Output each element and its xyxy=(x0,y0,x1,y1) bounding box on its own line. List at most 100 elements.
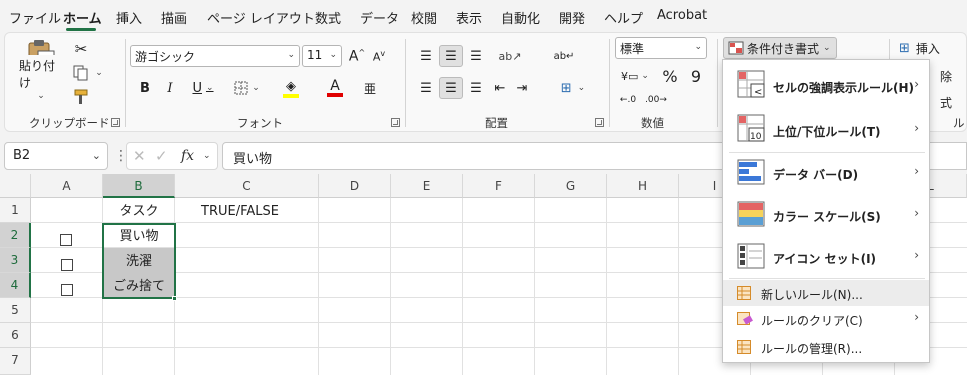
tab-draw[interactable]: 描画 xyxy=(161,8,187,27)
dialog-launcher-icon[interactable] xyxy=(111,118,120,127)
underline-button[interactable]: U ⌄ xyxy=(185,77,221,99)
align-center-button[interactable]: ☰ xyxy=(439,77,463,99)
row-header-3[interactable]: 3 xyxy=(0,248,31,273)
menu-item-new-rule[interactable]: 新しいルール(N)... xyxy=(723,280,929,306)
column-header-g[interactable]: G xyxy=(535,174,607,198)
menu-item-data-bars[interactable]: データ バー(D) › xyxy=(723,154,929,194)
menu-item-top-bottom-rules[interactable]: 10 上位/下位ルール(T) › xyxy=(723,110,929,150)
cancel-icon[interactable]: ✕ xyxy=(133,147,146,165)
insert-cells-button[interactable]: ⊞ 挿入 xyxy=(899,37,959,59)
row-header-6[interactable]: 6 xyxy=(0,323,31,348)
format-cells-button[interactable]: 式 xyxy=(931,91,961,113)
column-header-b[interactable]: B xyxy=(103,174,175,198)
tab-review[interactable]: 校閲 xyxy=(411,8,437,27)
tab-page-layout[interactable]: ページ レイアウト xyxy=(207,8,315,27)
row-header-2[interactable]: 2 xyxy=(0,223,31,248)
number-group-label: 数値 xyxy=(641,116,664,130)
cell-b4[interactable]: ごみ捨て xyxy=(103,274,175,299)
menu-item-manage-rules[interactable]: ルールの管理(R)... xyxy=(723,334,929,360)
menu-item-label: 上位/下位ルール(T) xyxy=(773,125,881,139)
align-bottom-button[interactable]: ☰ xyxy=(465,45,487,67)
tab-file[interactable]: ファイル xyxy=(9,8,61,27)
menu-item-highlight-cells-rules[interactable]: < セルの強調表示ルール(H) › xyxy=(723,66,929,106)
conditional-formatting-button[interactable]: 条件付き書式 ⌄ xyxy=(723,37,837,59)
wrap-text-button[interactable]: ab↵ xyxy=(553,43,575,69)
font-size-select[interactable]: 11 ⌄ xyxy=(302,45,342,67)
align-center-icon: ☰ xyxy=(445,80,457,96)
row-header-4[interactable]: 4 xyxy=(0,273,31,298)
svg-text:10: 10 xyxy=(750,132,762,142)
menu-item-color-scales[interactable]: カラー スケール(S) › xyxy=(723,196,929,236)
cell-b3[interactable]: 洗濯 xyxy=(103,249,175,274)
tab-formulas[interactable]: 数式 xyxy=(315,8,341,27)
bold-button[interactable]: B xyxy=(135,77,155,99)
decrease-indent-button[interactable]: ⇤ xyxy=(489,77,511,99)
percent-button[interactable]: % xyxy=(659,65,681,87)
comma-style-button[interactable]: 9 xyxy=(685,65,707,87)
align-left-button[interactable]: ☰ xyxy=(415,77,437,99)
row-header-7[interactable]: 7 xyxy=(0,348,31,375)
row-header-1[interactable]: 1 xyxy=(0,198,31,223)
accounting-format-button[interactable]: ¥▭ ⌄ xyxy=(617,65,653,87)
row-header-5[interactable]: 5 xyxy=(0,298,31,323)
insert-cells-label: 挿入 xyxy=(915,41,940,56)
insert-function-icon[interactable]: fx xyxy=(181,148,194,164)
tab-help[interactable]: ヘルプ xyxy=(604,8,643,27)
increase-indent-button[interactable]: ⇥ xyxy=(511,77,533,99)
orientation-button[interactable]: ab↗ xyxy=(493,45,527,67)
cell-b1[interactable]: タスク xyxy=(103,199,175,224)
merge-center-button[interactable]: ⊞ ⌄ xyxy=(553,77,593,99)
select-all-corner[interactable] xyxy=(0,174,31,198)
formula-content: 買い物 xyxy=(233,152,273,167)
font-color-button[interactable]: A xyxy=(317,77,353,99)
checkbox-row-2[interactable] xyxy=(60,234,72,246)
increase-font-button[interactable]: A^ xyxy=(347,45,367,67)
column-header-d[interactable]: D xyxy=(319,174,391,198)
italic-button[interactable]: I xyxy=(160,77,180,99)
format-painter-button[interactable] xyxy=(71,87,93,107)
dialog-launcher-icon[interactable] xyxy=(595,118,604,127)
name-box[interactable]: B2 ⌄ xyxy=(4,142,108,170)
number-format-select[interactable]: 標準 ⌄ xyxy=(615,37,707,59)
tab-view[interactable]: 表示 xyxy=(456,8,482,27)
paste-button[interactable]: 貼り付け ⌄ xyxy=(19,39,63,101)
menu-item-icon-sets[interactable]: アイコン セット(I) › xyxy=(723,238,929,278)
align-top-button[interactable]: ☰ xyxy=(415,45,437,67)
column-header-h[interactable]: H xyxy=(607,174,679,198)
enter-check-icon[interactable]: ✓ xyxy=(155,147,168,165)
decrease-font-button[interactable]: Av xyxy=(369,45,389,67)
fill-color-button[interactable]: ◈ xyxy=(273,77,309,99)
font-name-select[interactable]: 游ゴシック ⌄ xyxy=(130,45,300,67)
dialog-launcher-icon[interactable] xyxy=(391,118,400,127)
align-middle-button[interactable]: ☰ xyxy=(439,45,463,67)
tab-home[interactable]: ホーム xyxy=(63,8,102,27)
checkbox-row-4[interactable] xyxy=(61,284,73,296)
font-grow-icon: A^ xyxy=(348,47,366,65)
chevron-down-icon[interactable]: ⌄ xyxy=(203,151,211,161)
chevron-down-icon: ⌄ xyxy=(95,68,103,78)
delete-cells-button[interactable]: 除 xyxy=(931,65,961,87)
cell-b2[interactable]: 買い物 xyxy=(103,224,175,249)
tab-insert[interactable]: 挿入 xyxy=(116,8,142,27)
checkbox-row-3[interactable] xyxy=(61,259,73,271)
column-header-c[interactable]: C xyxy=(175,174,319,198)
tab-acrobat[interactable]: Acrobat xyxy=(657,8,707,23)
column-header-f[interactable]: F xyxy=(463,174,535,198)
cell-c1[interactable]: TRUE/FALSE xyxy=(175,199,319,224)
phonetic-button[interactable]: 亜 xyxy=(359,77,381,99)
copy-button[interactable]: ⌄ xyxy=(71,63,105,83)
column-header-e[interactable]: E xyxy=(391,174,463,198)
increase-decimal-button[interactable]: ←.0 xyxy=(617,91,639,109)
tab-data[interactable]: データ xyxy=(360,8,399,27)
column-header-a[interactable]: A xyxy=(31,174,103,198)
decrease-decimal-button[interactable]: .00→ xyxy=(645,91,667,109)
menu-item-clear-rules[interactable]: ルールのクリア(C) › xyxy=(723,306,929,332)
cut-button[interactable]: ✂ xyxy=(71,39,91,59)
tab-developer[interactable]: 開発 xyxy=(559,8,585,27)
chevron-right-icon: › xyxy=(914,77,919,91)
chevron-down-icon: ⌄ xyxy=(694,42,702,52)
comma-icon: 9 xyxy=(690,66,702,86)
borders-button[interactable]: ⌄ xyxy=(229,77,265,99)
tab-automate[interactable]: 自動化 xyxy=(501,8,540,27)
align-right-button[interactable]: ☰ xyxy=(465,77,487,99)
